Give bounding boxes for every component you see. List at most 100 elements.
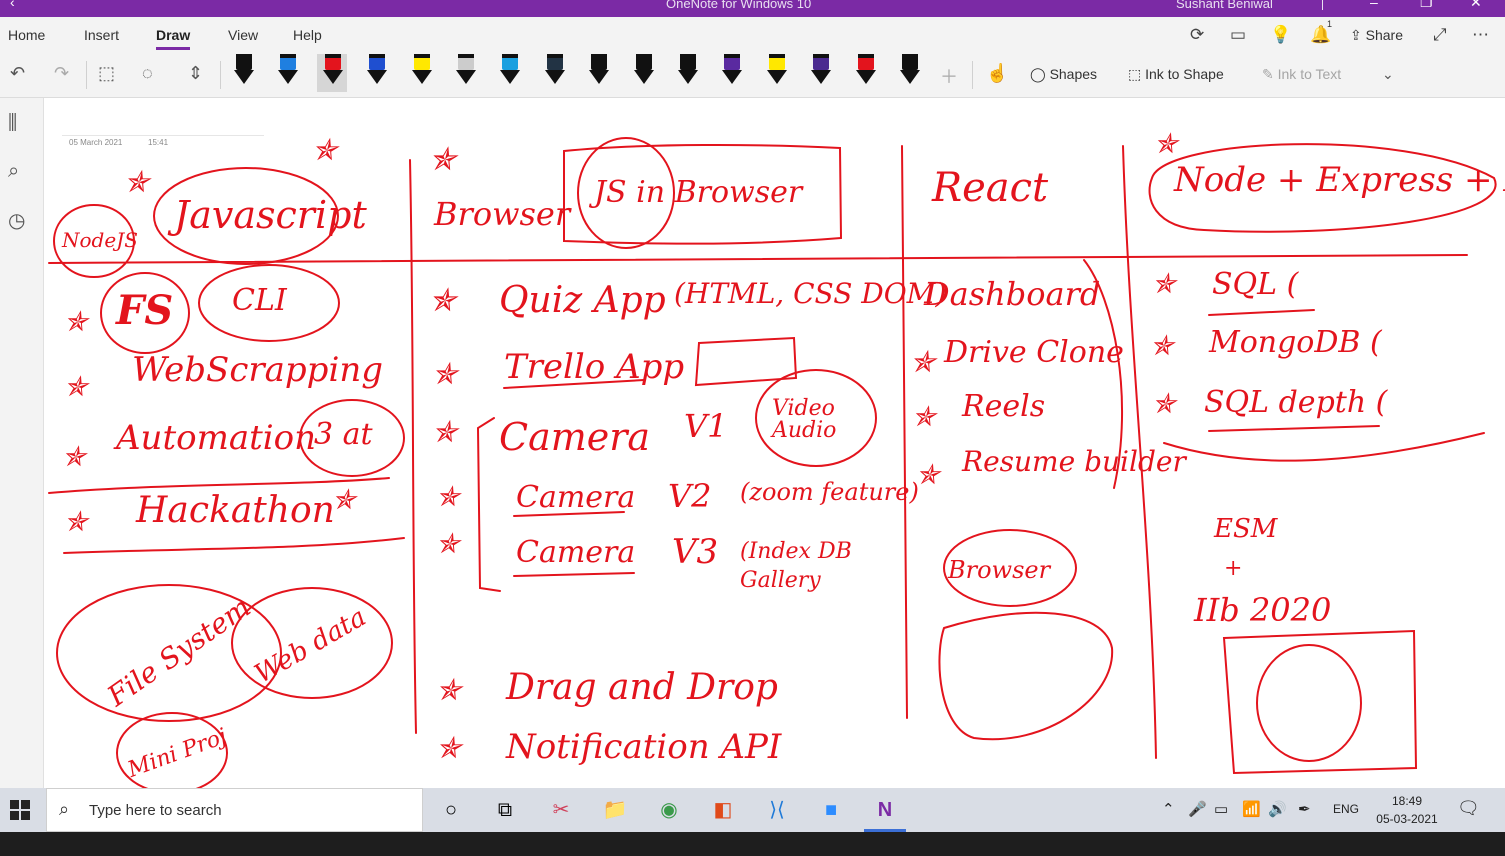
microphone-icon[interactable]: 🎤 xyxy=(1188,800,1207,818)
pen-tip xyxy=(367,70,387,84)
note-canvas[interactable]: 05 March 2021 15:41 Javascript NodeJS FS… xyxy=(44,98,1505,788)
pen-color-swatch xyxy=(236,56,252,70)
pen-10[interactable] xyxy=(628,54,658,92)
add-pen-icon[interactable]: ＋ xyxy=(940,63,958,89)
undo-icon[interactable]: ↶ xyxy=(10,63,25,84)
file-explorer-icon[interactable]: 📁 xyxy=(600,795,630,825)
ink-star: ✯ xyxy=(64,505,88,538)
pen-color-swatch xyxy=(369,56,385,70)
wifi-icon[interactable]: 📶 xyxy=(1242,800,1261,818)
ribbon-tabs: Home Insert Draw View Help ⟳ ▭ 💡 🔔 1 ⇪ S… xyxy=(0,17,1505,53)
pen-tip xyxy=(767,70,787,84)
pen-tip xyxy=(678,70,698,84)
pen-14[interactable] xyxy=(805,54,835,92)
pen-8[interactable] xyxy=(539,54,569,92)
fullscreen-icon[interactable]: ⤢ xyxy=(1433,25,1447,45)
ink-divider-1 xyxy=(409,159,417,734)
pen-7[interactable] xyxy=(494,54,524,92)
snip-sketch-icon[interactable]: ✂ xyxy=(546,795,576,825)
back-arrow-icon[interactable]: ‹ xyxy=(10,0,15,10)
tab-view[interactable]: View xyxy=(228,27,258,43)
pen-3[interactable] xyxy=(317,54,347,92)
pen-color-swatch xyxy=(547,56,563,70)
share-button[interactable]: ⇪ Share xyxy=(1350,27,1403,44)
ink-to-text-label: Ink to Text xyxy=(1277,66,1342,82)
ink-text-fs: FS xyxy=(116,287,174,334)
pen-cap xyxy=(858,54,874,58)
chevron-up-icon[interactable]: ⌃ xyxy=(1162,800,1175,818)
minimize-icon[interactable]: – xyxy=(1370,0,1378,10)
pen-1[interactable] xyxy=(228,54,258,92)
taskbar-search-box[interactable]: ⌕ Type here to search xyxy=(46,788,423,832)
tab-help[interactable]: Help xyxy=(293,27,322,43)
pen-5[interactable] xyxy=(406,54,436,92)
pen-4[interactable] xyxy=(361,54,391,92)
volume-icon[interactable]: 🔊 xyxy=(1268,800,1287,818)
lightbulb-icon[interactable]: 💡 xyxy=(1270,25,1291,45)
pen-13[interactable] xyxy=(761,54,791,92)
pen-color-swatch xyxy=(902,56,918,70)
pen-cap xyxy=(414,54,430,58)
pen-color-swatch xyxy=(858,56,874,70)
tab-draw[interactable]: Draw xyxy=(156,27,191,50)
notifications-icon[interactable]: 🗨 xyxy=(1457,798,1480,819)
search-icon[interactable]: ⌕ xyxy=(8,160,19,183)
pen-cap xyxy=(458,54,474,58)
onenote-icon[interactable]: N xyxy=(864,795,906,832)
tab-insert[interactable]: Insert xyxy=(84,27,119,43)
recent-icon[interactable]: ◷ xyxy=(8,208,25,233)
pen-workspace-icon[interactable]: ✒ xyxy=(1298,800,1311,818)
ink-star: ✯ xyxy=(436,731,462,766)
type-select-icon[interactable]: ⬚ xyxy=(98,63,115,84)
chevron-down-icon[interactable]: ⌄ xyxy=(1382,66,1394,83)
user-name[interactable]: Sushant Beniwal xyxy=(1176,0,1273,11)
ink-text-javascript: Javascript xyxy=(174,193,367,237)
pen-12[interactable] xyxy=(716,54,746,92)
ink-star: ✯ xyxy=(1152,267,1176,300)
zoom-icon[interactable]: ■ xyxy=(816,795,846,825)
pen-9[interactable] xyxy=(583,54,613,92)
ink-phone-shape xyxy=(938,611,1114,741)
tab-home[interactable]: Home xyxy=(8,27,45,43)
pen-tip xyxy=(412,70,432,84)
pen-2[interactable] xyxy=(272,54,302,92)
language-indicator[interactable]: ENG xyxy=(1333,802,1359,816)
office-icon[interactable]: ◧ xyxy=(708,795,738,825)
more-options-icon[interactable]: ⋯ xyxy=(1472,25,1489,45)
add-space-icon[interactable]: ⇕ xyxy=(188,63,203,84)
notebooks-icon[interactable]: ⫼ xyxy=(8,112,17,135)
vscode-icon[interactable]: ⟩⟨ xyxy=(762,795,792,825)
chrome-icon[interactable]: ◉ xyxy=(654,795,684,825)
pen-cap xyxy=(636,54,652,58)
pen-16[interactable] xyxy=(894,54,924,92)
pen-color-swatch xyxy=(813,56,829,70)
taskbar-clock[interactable]: 18:49 05-03-2021 xyxy=(1372,792,1442,828)
shapes-button[interactable]: ◯ Shapes xyxy=(1030,66,1097,83)
close-icon[interactable]: ✕ xyxy=(1470,0,1482,11)
ink-star: ✯ xyxy=(432,415,458,450)
ink-text-drive-clone: Drive Clone xyxy=(944,335,1124,370)
lasso-select-icon[interactable]: ◌ xyxy=(142,63,153,84)
sync-icon[interactable]: ⟳ xyxy=(1190,25,1204,45)
pen-15[interactable] xyxy=(850,54,880,92)
touch-draw-icon[interactable]: ☝ xyxy=(986,63,1008,84)
notebook-view-icon[interactable]: ▭ xyxy=(1230,25,1246,45)
shapes-label: Shapes xyxy=(1049,66,1098,82)
windows-start-icon[interactable] xyxy=(10,800,30,820)
ink-star: ✯ xyxy=(436,673,462,708)
cortana-icon[interactable]: ○ xyxy=(436,795,466,825)
task-view-icon[interactable]: ⧉ xyxy=(490,795,520,825)
ink-text-html-css: (HTML, CSS DOM) xyxy=(674,277,947,310)
pen-6[interactable] xyxy=(450,54,480,92)
battery-icon[interactable]: ▭ xyxy=(1214,800,1228,818)
pen-cap xyxy=(547,54,563,58)
ink-to-text-button[interactable]: ✎ Ink to Text xyxy=(1262,66,1341,83)
ink-star: ✯ xyxy=(1154,127,1178,160)
restore-icon[interactable]: ❐ xyxy=(1420,0,1433,11)
pen-cap xyxy=(236,54,252,58)
pen-tip xyxy=(278,70,298,84)
pen-11[interactable] xyxy=(672,54,702,92)
ink-star: ✯ xyxy=(1150,329,1174,362)
ink-to-shape-button[interactable]: ⬚ Ink to Shape xyxy=(1128,66,1224,83)
redo-icon[interactable]: ↷ xyxy=(54,63,69,84)
